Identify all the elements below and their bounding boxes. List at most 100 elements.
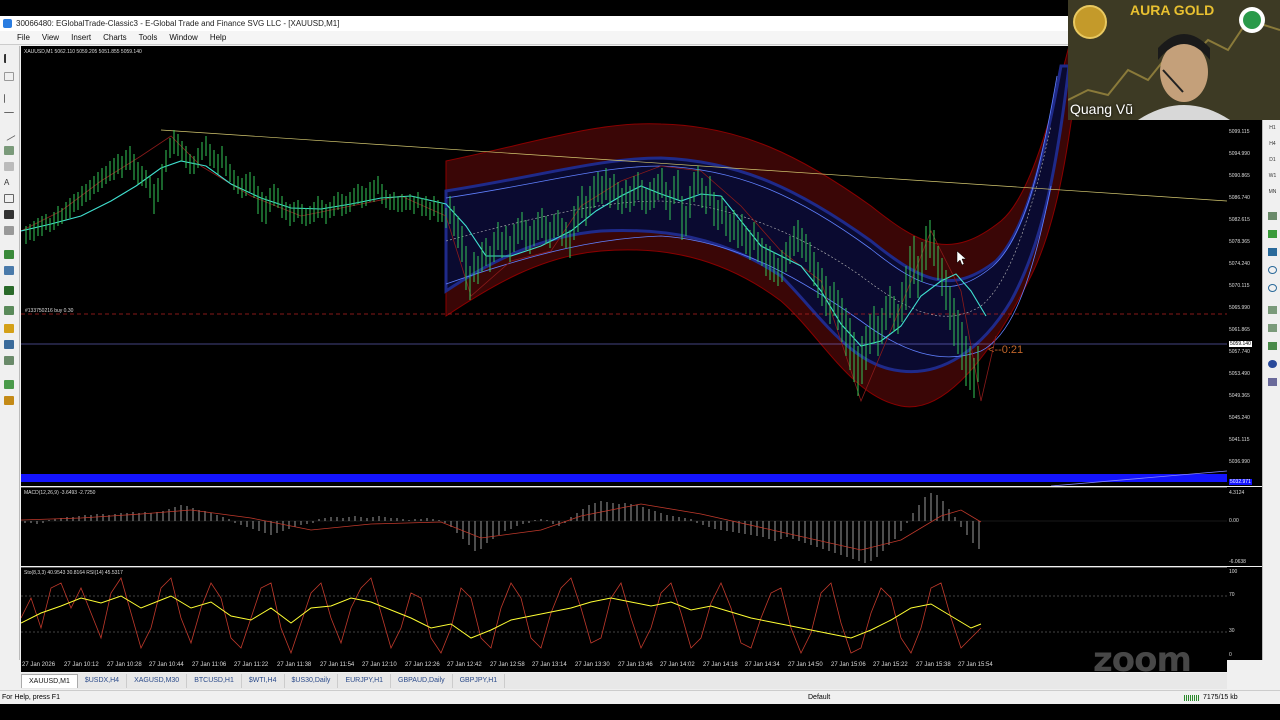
price-chart[interactable]: XAUUSD,M1 5062.110 5059.205 5051.855 505… — [20, 45, 1228, 487]
time-tick: 27 Jan 15:22 — [873, 662, 908, 668]
timeframe-w1[interactable]: W1 — [1268, 172, 1277, 180]
terminal-icon[interactable] — [4, 340, 14, 349]
vertical-line-icon[interactable] — [4, 94, 14, 103]
time-tick: 27 Jan 14:18 — [703, 662, 738, 668]
menu-charts[interactable]: Charts — [97, 31, 133, 44]
signals-icon[interactable] — [4, 396, 14, 405]
macd-svg — [20, 493, 1227, 563]
time-tick: 27 Jan 15:38 — [916, 662, 951, 668]
autoscroll-icon[interactable] — [1268, 324, 1277, 332]
bid-price-tag: 5059.140 — [1229, 341, 1252, 347]
aura-gold-logo — [1073, 5, 1107, 39]
tab-us30-daily[interactable]: $US30,Daily — [285, 674, 339, 688]
price-tick: 5049.365 — [1229, 393, 1250, 399]
tab-xauusd-m1[interactable]: XAUUSD,M1 — [21, 674, 78, 688]
tab-btcusd-h1[interactable]: BTCUSD,H1 — [187, 674, 242, 688]
macd-signal — [20, 503, 982, 551]
shift-icon[interactable] — [1268, 342, 1277, 350]
timeframe-mn[interactable]: MN — [1268, 188, 1277, 196]
menu-insert[interactable]: Insert — [65, 31, 97, 44]
tester-icon[interactable] — [4, 356, 14, 365]
title-bar: 30066480: EGlobalTrade-Classic3 - E-Glob… — [0, 16, 1068, 31]
tab-wti-h4[interactable]: $WTI,H4 — [242, 674, 285, 688]
menu-window[interactable]: Window — [163, 31, 203, 44]
period-sep-icon[interactable] — [1268, 360, 1277, 368]
price-tick: 5036.990 — [1229, 459, 1250, 465]
menu-file[interactable]: File — [3, 31, 36, 44]
menu-tools[interactable]: Tools — [133, 31, 164, 44]
cursor-tool-icon[interactable] — [4, 54, 14, 63]
menu-help[interactable]: Help — [204, 31, 232, 44]
tab-usdx-h4[interactable]: $USDX,H4 — [78, 674, 128, 688]
tile-icon[interactable] — [1268, 306, 1277, 314]
zoom-out-icon[interactable] — [1268, 284, 1277, 292]
traffic-status: 7175/15 kb — [1203, 694, 1238, 701]
price-tick: 5053.490 — [1229, 371, 1250, 377]
bar-chart-icon[interactable] — [1268, 212, 1277, 220]
order-label: #133750216 buy 0.30 — [25, 308, 74, 314]
brand-name: AURA GOLD — [1130, 2, 1215, 18]
indicator-icon[interactable] — [4, 306, 14, 315]
horizontal-line-icon[interactable] — [4, 112, 14, 121]
macd-header: MACD(12,26,9) -3.6493 -2.7250 — [24, 490, 96, 496]
connection-icon — [1184, 695, 1200, 701]
zoom-watermark: zoom — [1093, 640, 1192, 680]
left-toolbar: A — [0, 46, 20, 660]
time-tick: 27 Jan 11:54 — [320, 662, 355, 668]
new-order-icon[interactable] — [4, 250, 14, 259]
stochastic-main — [20, 577, 982, 655]
market-watch-icon[interactable] — [4, 266, 14, 275]
period-icon[interactable] — [4, 226, 14, 235]
timeframe-d1[interactable]: D1 — [1268, 156, 1277, 164]
price-tick: 5090.865 — [1229, 173, 1250, 179]
tab-gbpjpy-h1[interactable]: GBPJPY,H1 — [453, 674, 506, 688]
blue-zone — [21, 474, 1227, 482]
template-icon[interactable] — [1268, 378, 1277, 386]
time-tick: 27 Jan 12:58 — [490, 662, 525, 668]
stochastic-pane[interactable]: Sto(8,3,3) 40.9543 30.8164 RSI(14) 45.53… — [20, 567, 1227, 660]
candle-chart-icon[interactable] — [1268, 230, 1277, 238]
time-tick: 27 Jan 11:06 — [192, 662, 227, 668]
stochastic-header: Sto(8,3,3) 40.9543 30.8164 RSI(14) 45.53… — [24, 570, 123, 576]
price-tick: 5078.365 — [1229, 239, 1250, 245]
chart-tabs: XAUUSD,M1 $USDX,H4 XAGUSD,M30 BTCUSD,H1 … — [21, 673, 1227, 689]
time-tick: 27 Jan 12:10 — [362, 662, 397, 668]
zoom-in-icon[interactable] — [1268, 266, 1277, 274]
expert-icon[interactable] — [4, 324, 14, 333]
timeframe-h4[interactable]: H4 — [1268, 140, 1277, 148]
time-tick: 27 Jan 13:30 — [575, 662, 610, 668]
autotrading-icon[interactable] — [4, 380, 14, 389]
text-tool-icon[interactable]: A — [4, 178, 14, 187]
app-icon — [3, 19, 12, 28]
price-tick: 5061.865 — [1229, 327, 1250, 333]
bottom-bar — [0, 704, 1280, 720]
webcam-overlay: AURA GOLD Quang Vũ — [1068, 0, 1280, 120]
tab-xagusd-m30[interactable]: XAGUSD,M30 — [127, 674, 188, 688]
presenter-name: Quang Vũ — [1070, 101, 1134, 117]
macd-tick: -6.0638 — [1229, 559, 1246, 565]
price-tick: 5065.990 — [1229, 305, 1250, 311]
label-tool-icon[interactable] — [4, 194, 14, 203]
presenter-face — [1160, 42, 1208, 102]
time-tick: 27 Jan 11:38 — [277, 662, 312, 668]
tab-eurjpy-h1[interactable]: EURJPY,H1 — [338, 674, 392, 688]
crosshair-icon[interactable] — [4, 72, 14, 81]
stochastic-tick: 30 — [1229, 628, 1235, 634]
profile-name[interactable]: Default — [808, 691, 830, 705]
line-chart-icon[interactable] — [1268, 248, 1277, 256]
macd-axis: 4.3124 0.00 -6.0638 — [1227, 487, 1262, 566]
trendline-icon[interactable] — [2, 128, 16, 141]
navigator-icon[interactable] — [4, 286, 14, 295]
channel-icon[interactable] — [4, 146, 14, 155]
tab-gbpaud-daily[interactable]: GBPAUD,Daily — [391, 674, 453, 688]
timeframe-h1[interactable]: H1 — [1268, 124, 1277, 132]
time-tick: 27 Jan 15:06 — [831, 662, 866, 668]
macd-tick: 4.3124 — [1229, 490, 1245, 496]
shape-tool-icon[interactable] — [4, 210, 14, 219]
macd-pane[interactable]: MACD(12,26,9) -3.6493 -2.7250 — [20, 487, 1227, 566]
macd-tick: 0.00 — [1229, 518, 1239, 524]
menu-view[interactable]: View — [36, 31, 65, 44]
fibonacci-icon[interactable] — [4, 162, 14, 171]
time-tick: 27 Jan 12:26 — [405, 662, 440, 668]
macd-histogram — [24, 493, 980, 563]
